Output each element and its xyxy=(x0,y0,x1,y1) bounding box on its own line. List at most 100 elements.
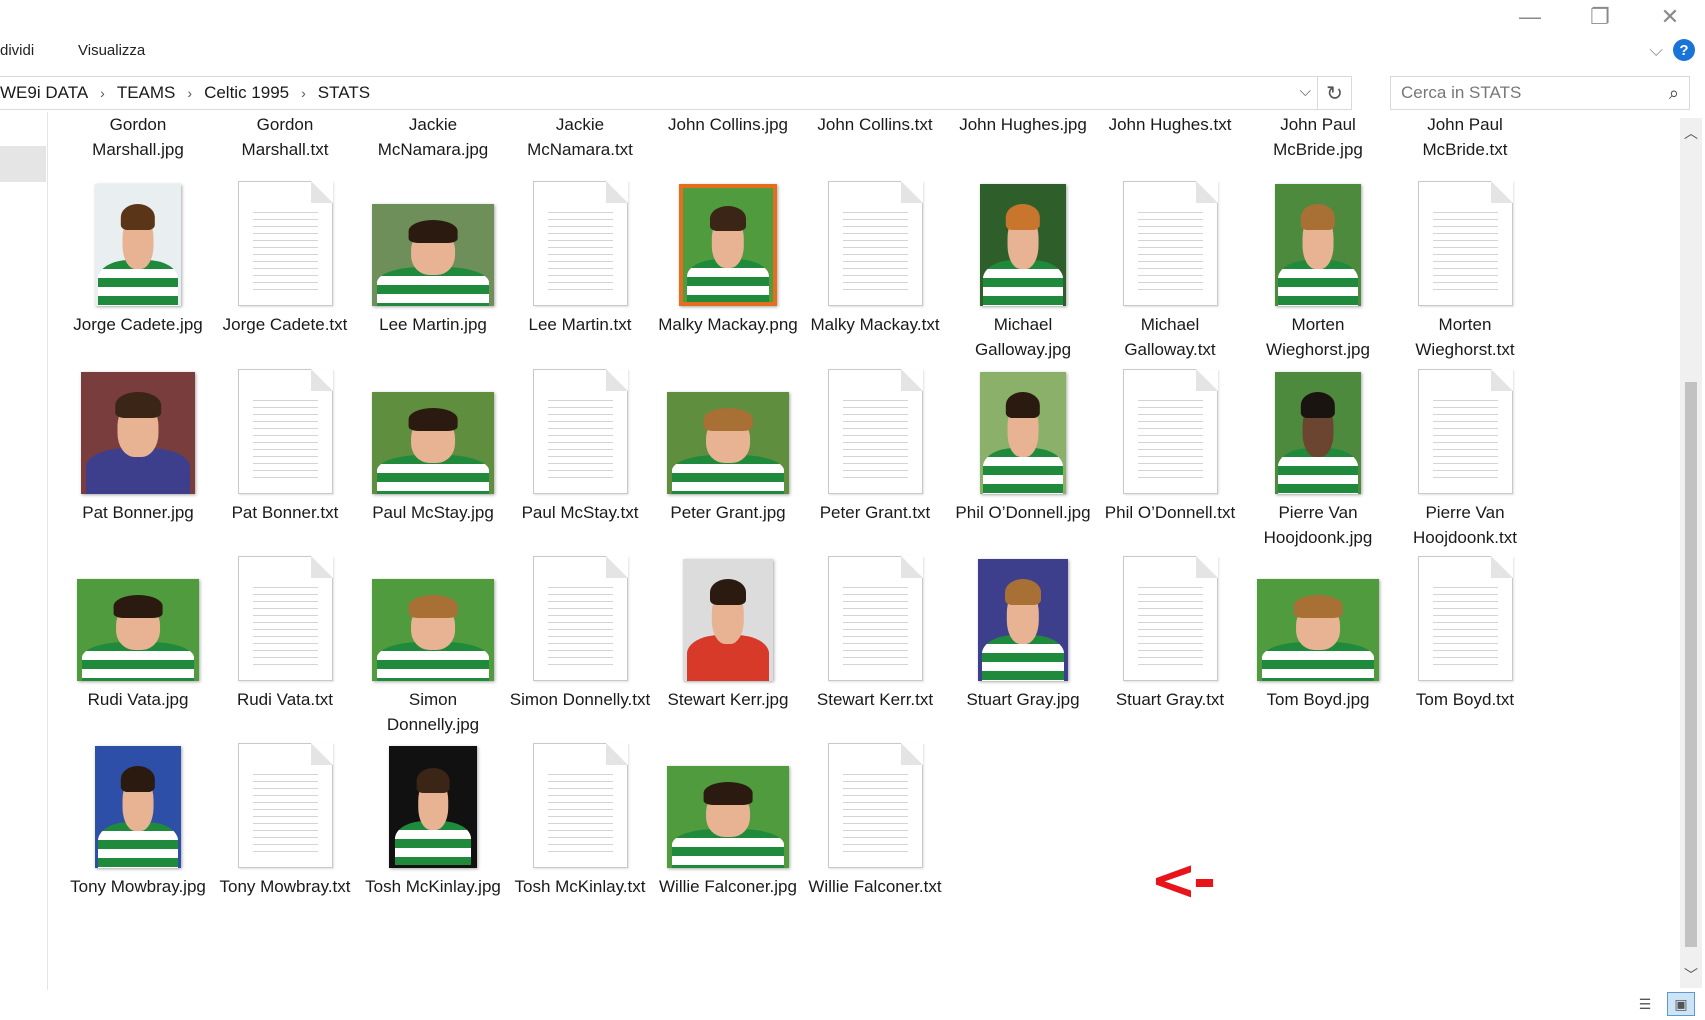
file-item[interactable]: Paul McStay.jpg xyxy=(353,350,513,525)
navigation-pane xyxy=(0,112,48,990)
file-item[interactable]: Stuart Gray.jpg xyxy=(943,537,1103,712)
file-item[interactable]: Morten Wieghorst.jpg xyxy=(1238,162,1398,362)
file-thumbnail xyxy=(648,350,808,494)
file-name: Gordon Marshall.txt xyxy=(241,115,329,159)
file-item[interactable]: Phil O’Donnell.jpg xyxy=(943,350,1103,525)
file-item[interactable]: Simon Donnelly.txt xyxy=(500,537,660,712)
breadcrumb: WE9i DATA › TEAMS › Celtic 1995 › STATS xyxy=(0,83,370,103)
file-item[interactable]: Stuart Gray.txt xyxy=(1090,537,1250,712)
file-item[interactable]: Gordon Marshall.jpg xyxy=(58,112,218,162)
file-item[interactable]: Stewart Kerr.txt xyxy=(795,537,955,712)
file-thumbnail xyxy=(795,724,955,868)
annotation-arrow: <- xyxy=(1150,848,1216,913)
scroll-up-icon[interactable]: ︿ xyxy=(1680,122,1702,144)
chevron-right-icon[interactable]: › xyxy=(100,85,105,101)
file-item[interactable]: Simon Donnelly.jpg xyxy=(353,537,513,737)
file-thumbnail xyxy=(353,162,513,306)
file-item[interactable]: Jackie McNamara.jpg xyxy=(353,112,513,162)
file-item[interactable]: Jackie McNamara.txt xyxy=(500,112,660,162)
file-item[interactable]: Michael Galloway.txt xyxy=(1090,162,1250,362)
file-item[interactable]: Morten Wieghorst.txt xyxy=(1385,162,1545,362)
file-item[interactable]: Pierre Van Hoojdoonk.jpg xyxy=(1238,350,1398,550)
file-item[interactable]: Tom Boyd.txt xyxy=(1385,537,1545,712)
text-file-icon xyxy=(237,743,333,868)
file-item[interactable]: Peter Grant.txt xyxy=(795,350,955,525)
help-icon[interactable]: ? xyxy=(1673,39,1695,61)
file-item[interactable]: Tony Mowbray.jpg xyxy=(58,724,218,899)
file-item[interactable]: Willie Falconer.txt xyxy=(795,724,955,899)
address-bar[interactable]: WE9i DATA › TEAMS › Celtic 1995 › STATS … xyxy=(0,76,1352,110)
close-button[interactable]: ✕ xyxy=(1635,0,1705,34)
file-item[interactable]: Paul McStay.txt xyxy=(500,350,660,525)
file-item[interactable]: Stewart Kerr.jpg xyxy=(648,537,808,712)
file-item[interactable]: Willie Falconer.jpg xyxy=(648,724,808,899)
text-file-icon xyxy=(237,369,333,494)
file-item[interactable]: Phil O’Donnell.txt xyxy=(1090,350,1250,525)
file-item[interactable]: Pat Bonner.txt xyxy=(205,350,365,525)
address-dropdown-icon[interactable]: ⌵ xyxy=(1300,83,1311,100)
status-bar: ☰ ▣ xyxy=(0,990,1705,1020)
file-item[interactable]: Michael Galloway.jpg xyxy=(943,162,1103,362)
file-item[interactable]: Lee Martin.txt xyxy=(500,162,660,337)
search-input[interactable]: Cerca in STATS ⌕ xyxy=(1390,76,1690,110)
file-item[interactable]: Tony Mowbray.txt xyxy=(205,724,365,899)
breadcrumb-item-celtic-1995[interactable]: Celtic 1995 xyxy=(204,83,289,103)
ribbon-tab-view[interactable]: Visualizza xyxy=(78,42,145,59)
chevron-right-icon[interactable]: › xyxy=(301,85,306,101)
scrollbar-thumb[interactable] xyxy=(1685,382,1697,947)
breadcrumb-item-stats[interactable]: STATS xyxy=(318,83,370,103)
photo-thumbnail-rudi-vata-jpg xyxy=(77,579,199,681)
breadcrumb-item-teams[interactable]: TEAMS xyxy=(117,83,176,103)
file-item[interactable]: Jorge Cadete.jpg xyxy=(58,162,218,337)
file-item[interactable]: Tosh McKinlay.txt xyxy=(500,724,660,899)
file-item[interactable]: Gordon Marshall.txt xyxy=(205,112,365,162)
details-view-icon[interactable]: ☰ xyxy=(1631,992,1659,1016)
file-name: Pat Bonner.jpg xyxy=(82,503,194,522)
large-icons-view-icon[interactable]: ▣ xyxy=(1667,992,1695,1016)
file-item[interactable]: Lee Martin.jpg xyxy=(353,162,513,337)
file-item[interactable]: Rudi Vata.jpg xyxy=(58,537,218,712)
ribbon-tab-share[interactable]: dividi xyxy=(0,42,34,59)
file-item[interactable]: Malky Mackay.txt xyxy=(795,162,955,337)
maximize-button[interactable]: ❐ xyxy=(1565,0,1635,34)
file-thumbnail xyxy=(1090,350,1250,494)
photo-thumbnail-tony-mowbray-jpg xyxy=(95,746,181,868)
file-item[interactable]: John Paul McBride.jpg xyxy=(1238,112,1398,162)
search-icon[interactable]: ⌕ xyxy=(1669,83,1679,104)
minimize-button[interactable]: — xyxy=(1495,0,1565,34)
chevron-right-icon[interactable]: › xyxy=(187,85,192,101)
file-item[interactable]: Malky Mackay.png xyxy=(648,162,808,337)
navigation-selected-item[interactable] xyxy=(0,146,46,182)
file-name: Willie Falconer.txt xyxy=(808,877,942,896)
file-thumbnail xyxy=(58,162,218,306)
file-item[interactable]: John Hughes.txt xyxy=(1090,112,1250,137)
breadcrumb-item-we9i-data[interactable]: WE9i DATA xyxy=(0,83,88,103)
file-item[interactable]: Rudi Vata.txt xyxy=(205,537,365,712)
file-thumbnail xyxy=(648,724,808,868)
file-item[interactable]: Tom Boyd.jpg xyxy=(1238,537,1398,712)
text-file-icon xyxy=(827,181,923,306)
file-item[interactable]: John Hughes.jpg xyxy=(943,112,1103,137)
file-thumbnail xyxy=(943,162,1103,306)
text-file-icon xyxy=(1122,556,1218,681)
vertical-scrollbar[interactable]: ︿ ﹀ xyxy=(1680,118,1702,988)
file-thumbnail xyxy=(353,350,513,494)
file-thumbnail xyxy=(353,724,513,868)
file-item[interactable]: John Collins.txt xyxy=(795,112,955,137)
file-item[interactable]: Pat Bonner.jpg xyxy=(58,350,218,525)
file-item[interactable]: John Paul McBride.txt xyxy=(1385,112,1545,162)
file-item[interactable]: Pierre Van Hoojdoonk.txt xyxy=(1385,350,1545,550)
refresh-icon[interactable]: ↻ xyxy=(1317,77,1351,109)
photo-thumbnail-tosh-mckinlay-jpg xyxy=(389,746,477,868)
photo-thumbnail-stuart-gray-jpg xyxy=(978,559,1068,681)
search-placeholder: Cerca in STATS xyxy=(1401,83,1522,102)
file-item[interactable]: Peter Grant.jpg xyxy=(648,350,808,525)
photo-thumbnail-michael-galloway-jpg xyxy=(980,184,1066,306)
chevron-down-icon[interactable]: ⌵ xyxy=(1649,40,1663,61)
scroll-down-icon[interactable]: ﹀ xyxy=(1680,964,1702,986)
file-name: Tom Boyd.jpg xyxy=(1266,690,1370,709)
file-item[interactable]: John Collins.jpg xyxy=(648,112,808,137)
file-name: Willie Falconer.jpg xyxy=(659,877,797,896)
file-item[interactable]: Tosh McKinlay.jpg xyxy=(353,724,513,899)
file-item[interactable]: Jorge Cadete.txt xyxy=(205,162,365,337)
